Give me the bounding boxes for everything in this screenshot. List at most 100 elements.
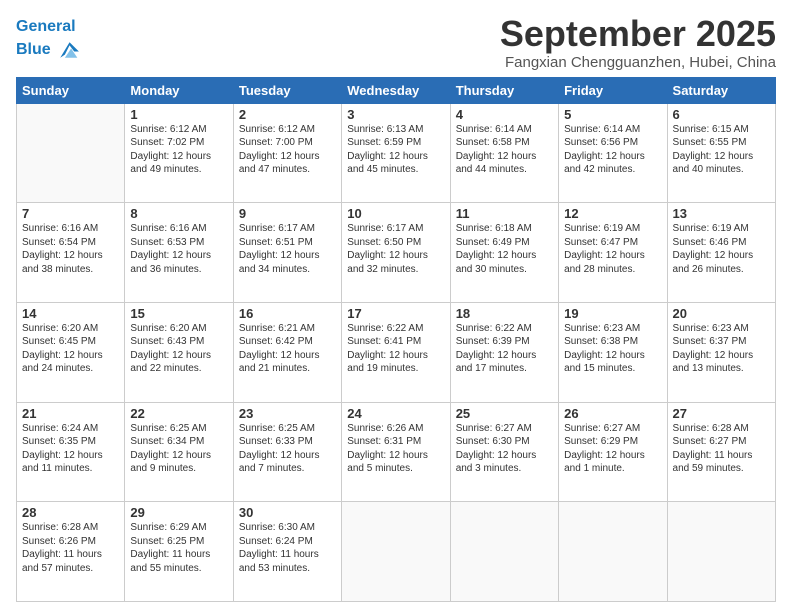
day-info: Sunrise: 6:12 AM Sunset: 7:02 PM Dayligh… (130, 123, 227, 177)
month-title: September 2025 (500, 14, 776, 54)
day-number: 29 (130, 505, 227, 520)
calendar-week-3: 14Sunrise: 6:20 AM Sunset: 6:45 PM Dayli… (17, 302, 776, 402)
day-info: Sunrise: 6:13 AM Sunset: 6:59 PM Dayligh… (347, 123, 444, 177)
day-header-thursday: Thursday (450, 77, 558, 103)
calendar-cell: 29Sunrise: 6:29 AM Sunset: 6:25 PM Dayli… (125, 502, 233, 602)
calendar-cell: 10Sunrise: 6:17 AM Sunset: 6:50 PM Dayli… (342, 203, 450, 303)
day-info: Sunrise: 6:30 AM Sunset: 6:24 PM Dayligh… (239, 521, 336, 575)
day-header-monday: Monday (125, 77, 233, 103)
calendar-cell: 28Sunrise: 6:28 AM Sunset: 6:26 PM Dayli… (17, 502, 125, 602)
day-info: Sunrise: 6:24 AM Sunset: 6:35 PM Dayligh… (22, 422, 119, 476)
day-info: Sunrise: 6:26 AM Sunset: 6:31 PM Dayligh… (347, 422, 444, 476)
day-number: 26 (564, 406, 661, 421)
calendar-cell: 25Sunrise: 6:27 AM Sunset: 6:30 PM Dayli… (450, 402, 558, 502)
day-info: Sunrise: 6:16 AM Sunset: 6:53 PM Dayligh… (130, 222, 227, 276)
calendar-cell: 26Sunrise: 6:27 AM Sunset: 6:29 PM Dayli… (559, 402, 667, 502)
logo-general: General (16, 18, 76, 35)
calendar-cell (559, 502, 667, 602)
calendar-cell: 6Sunrise: 6:15 AM Sunset: 6:55 PM Daylig… (667, 103, 775, 203)
calendar-cell: 20Sunrise: 6:23 AM Sunset: 6:37 PM Dayli… (667, 302, 775, 402)
calendar-cell: 8Sunrise: 6:16 AM Sunset: 6:53 PM Daylig… (125, 203, 233, 303)
day-number: 22 (130, 406, 227, 421)
calendar-cell: 30Sunrise: 6:30 AM Sunset: 6:24 PM Dayli… (233, 502, 341, 602)
day-info: Sunrise: 6:17 AM Sunset: 6:50 PM Dayligh… (347, 222, 444, 276)
calendar-cell: 7Sunrise: 6:16 AM Sunset: 6:54 PM Daylig… (17, 203, 125, 303)
day-number: 16 (239, 306, 336, 321)
day-info: Sunrise: 6:15 AM Sunset: 6:55 PM Dayligh… (673, 123, 770, 177)
calendar-cell: 9Sunrise: 6:17 AM Sunset: 6:51 PM Daylig… (233, 203, 341, 303)
day-info: Sunrise: 6:25 AM Sunset: 6:33 PM Dayligh… (239, 422, 336, 476)
day-info: Sunrise: 6:25 AM Sunset: 6:34 PM Dayligh… (130, 422, 227, 476)
calendar-cell (450, 502, 558, 602)
calendar-cell (667, 502, 775, 602)
calendar-cell: 12Sunrise: 6:19 AM Sunset: 6:47 PM Dayli… (559, 203, 667, 303)
day-header-tuesday: Tuesday (233, 77, 341, 103)
calendar-cell: 15Sunrise: 6:20 AM Sunset: 6:43 PM Dayli… (125, 302, 233, 402)
day-number: 17 (347, 306, 444, 321)
day-number: 28 (22, 505, 119, 520)
day-info: Sunrise: 6:28 AM Sunset: 6:26 PM Dayligh… (22, 521, 119, 575)
calendar-cell: 14Sunrise: 6:20 AM Sunset: 6:45 PM Dayli… (17, 302, 125, 402)
logo-icon (54, 36, 82, 64)
day-info: Sunrise: 6:19 AM Sunset: 6:46 PM Dayligh… (673, 222, 770, 276)
calendar-cell: 16Sunrise: 6:21 AM Sunset: 6:42 PM Dayli… (233, 302, 341, 402)
calendar-cell: 11Sunrise: 6:18 AM Sunset: 6:49 PM Dayli… (450, 203, 558, 303)
day-number: 1 (130, 107, 227, 122)
day-number: 20 (673, 306, 770, 321)
day-info: Sunrise: 6:17 AM Sunset: 6:51 PM Dayligh… (239, 222, 336, 276)
day-number: 19 (564, 306, 661, 321)
day-info: Sunrise: 6:23 AM Sunset: 6:38 PM Dayligh… (564, 322, 661, 376)
location-subtitle: Fangxian Chengguanzhen, Hubei, China (500, 54, 776, 71)
calendar-cell: 18Sunrise: 6:22 AM Sunset: 6:39 PM Dayli… (450, 302, 558, 402)
day-info: Sunrise: 6:22 AM Sunset: 6:41 PM Dayligh… (347, 322, 444, 376)
day-number: 9 (239, 206, 336, 221)
title-area: September 2025 Fangxian Chengguanzhen, H… (500, 14, 776, 71)
calendar-header-row: SundayMondayTuesdayWednesdayThursdayFrid… (17, 77, 776, 103)
calendar-cell: 13Sunrise: 6:19 AM Sunset: 6:46 PM Dayli… (667, 203, 775, 303)
calendar-cell: 19Sunrise: 6:23 AM Sunset: 6:38 PM Dayli… (559, 302, 667, 402)
calendar-cell (342, 502, 450, 602)
calendar-cell: 2Sunrise: 6:12 AM Sunset: 7:00 PM Daylig… (233, 103, 341, 203)
day-info: Sunrise: 6:20 AM Sunset: 6:43 PM Dayligh… (130, 322, 227, 376)
calendar-week-4: 21Sunrise: 6:24 AM Sunset: 6:35 PM Dayli… (17, 402, 776, 502)
day-number: 4 (456, 107, 553, 122)
day-info: Sunrise: 6:19 AM Sunset: 6:47 PM Dayligh… (564, 222, 661, 276)
day-number: 23 (239, 406, 336, 421)
calendar-cell: 23Sunrise: 6:25 AM Sunset: 6:33 PM Dayli… (233, 402, 341, 502)
calendar-cell: 5Sunrise: 6:14 AM Sunset: 6:56 PM Daylig… (559, 103, 667, 203)
day-header-sunday: Sunday (17, 77, 125, 103)
day-number: 30 (239, 505, 336, 520)
day-number: 21 (22, 406, 119, 421)
day-number: 25 (456, 406, 553, 421)
calendar-cell: 24Sunrise: 6:26 AM Sunset: 6:31 PM Dayli… (342, 402, 450, 502)
day-info: Sunrise: 6:14 AM Sunset: 6:58 PM Dayligh… (456, 123, 553, 177)
day-info: Sunrise: 6:27 AM Sunset: 6:29 PM Dayligh… (564, 422, 661, 476)
day-info: Sunrise: 6:29 AM Sunset: 6:25 PM Dayligh… (130, 521, 227, 575)
day-number: 13 (673, 206, 770, 221)
day-number: 15 (130, 306, 227, 321)
calendar-cell: 1Sunrise: 6:12 AM Sunset: 7:02 PM Daylig… (125, 103, 233, 203)
day-header-wednesday: Wednesday (342, 77, 450, 103)
day-number: 2 (239, 107, 336, 122)
day-number: 7 (22, 206, 119, 221)
day-number: 6 (673, 107, 770, 122)
calendar-table: SundayMondayTuesdayWednesdayThursdayFrid… (16, 77, 776, 602)
day-info: Sunrise: 6:23 AM Sunset: 6:37 PM Dayligh… (673, 322, 770, 376)
day-header-friday: Friday (559, 77, 667, 103)
logo: General Blue (16, 18, 82, 64)
calendar-cell: 3Sunrise: 6:13 AM Sunset: 6:59 PM Daylig… (342, 103, 450, 203)
day-number: 5 (564, 107, 661, 122)
day-info: Sunrise: 6:28 AM Sunset: 6:27 PM Dayligh… (673, 422, 770, 476)
day-info: Sunrise: 6:22 AM Sunset: 6:39 PM Dayligh… (456, 322, 553, 376)
day-number: 18 (456, 306, 553, 321)
day-info: Sunrise: 6:16 AM Sunset: 6:54 PM Dayligh… (22, 222, 119, 276)
calendar-cell: 4Sunrise: 6:14 AM Sunset: 6:58 PM Daylig… (450, 103, 558, 203)
day-info: Sunrise: 6:20 AM Sunset: 6:45 PM Dayligh… (22, 322, 119, 376)
day-info: Sunrise: 6:18 AM Sunset: 6:49 PM Dayligh… (456, 222, 553, 276)
day-number: 24 (347, 406, 444, 421)
day-number: 14 (22, 306, 119, 321)
calendar-cell: 22Sunrise: 6:25 AM Sunset: 6:34 PM Dayli… (125, 402, 233, 502)
page-header: General Blue September 2025 Fangxian Che… (16, 14, 776, 71)
day-number: 3 (347, 107, 444, 122)
calendar-cell: 21Sunrise: 6:24 AM Sunset: 6:35 PM Dayli… (17, 402, 125, 502)
